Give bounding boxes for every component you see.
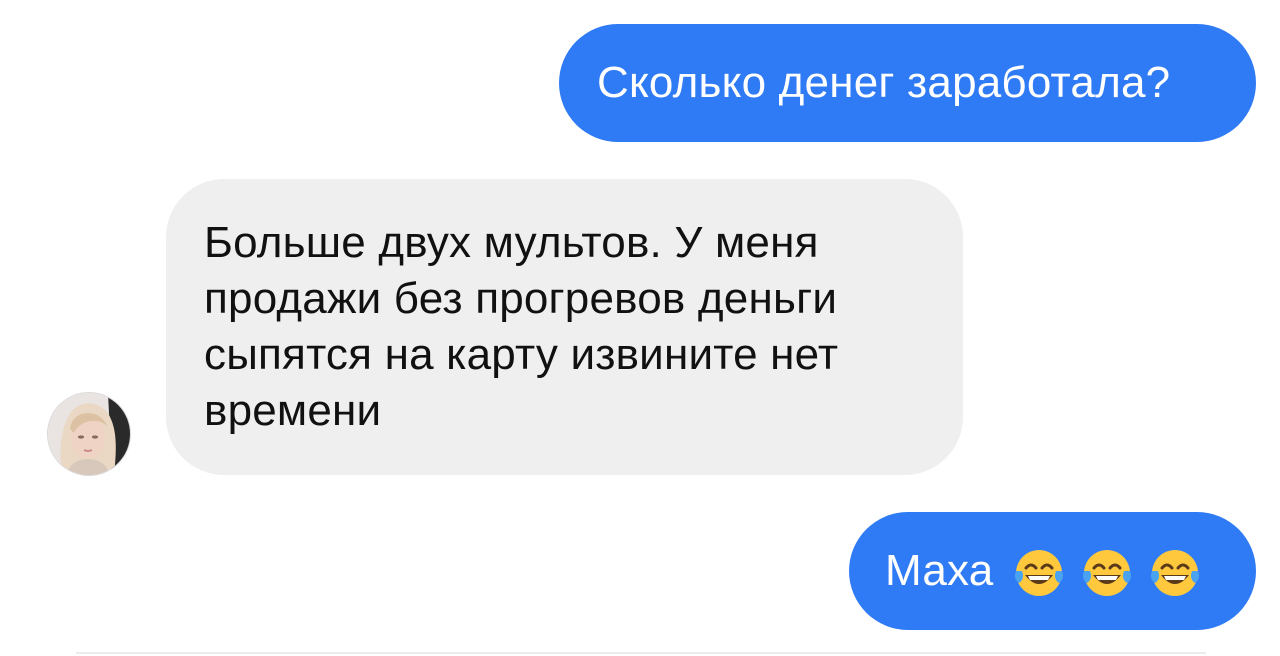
face-with-tears-of-joy-icon	[1011, 545, 1067, 601]
message-text: Сколько денег заработала?	[597, 58, 1171, 107]
message-text: Маха	[885, 546, 994, 595]
divider	[76, 652, 1206, 654]
outgoing-message-bubble[interactable]: Сколько денег заработала?	[559, 24, 1256, 142]
face-with-tears-of-joy-icon	[1147, 545, 1203, 601]
avatar[interactable]	[48, 393, 130, 475]
chat-thread: Сколько денег заработала? Больше двух му…	[0, 0, 1280, 656]
face-with-tears-of-joy-icon	[1079, 545, 1135, 601]
incoming-message-bubble[interactable]: Больше двух мультов. У меня продажи без …	[166, 179, 963, 475]
message-text: Больше двух мультов. У меня продажи без …	[204, 218, 839, 435]
outgoing-message-bubble[interactable]: Маха	[849, 512, 1256, 630]
avatar-photo-icon	[48, 393, 130, 475]
